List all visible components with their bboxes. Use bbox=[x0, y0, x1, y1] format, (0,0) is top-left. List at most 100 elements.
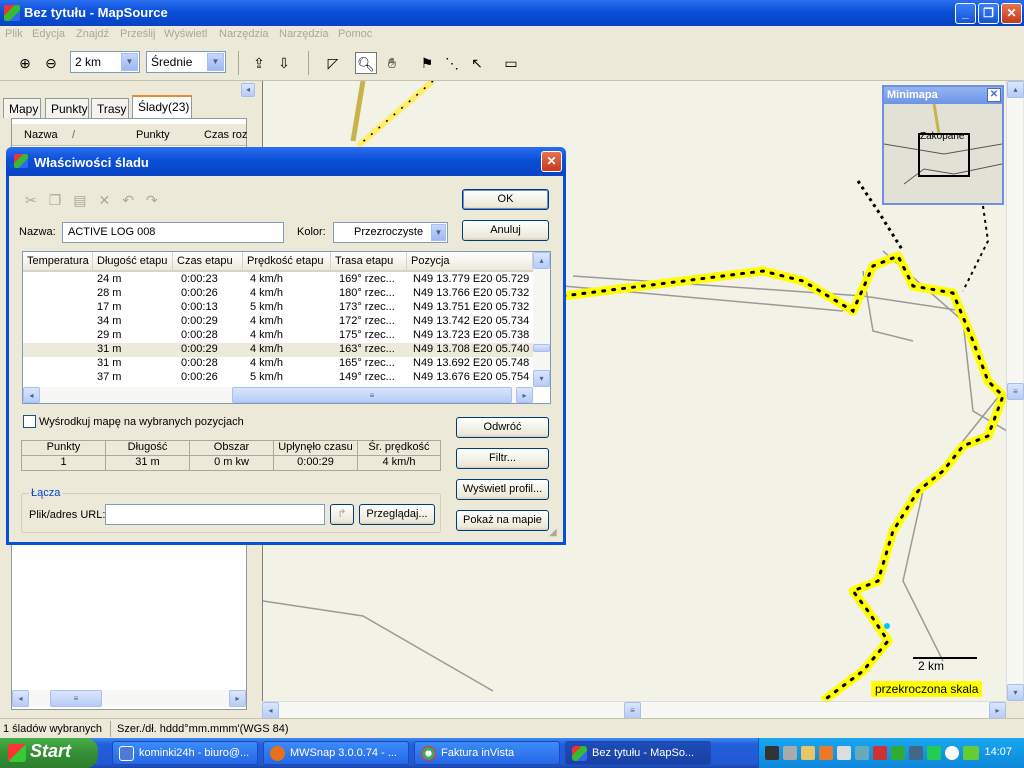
col-temperature[interactable]: Temperatura bbox=[23, 252, 93, 272]
col-position[interactable]: Pozycja bbox=[407, 252, 533, 272]
menu-znajdz[interactable]: Znajdź bbox=[76, 28, 109, 40]
col-segment-length[interactable]: Długość etapu bbox=[93, 252, 173, 272]
scroll-right-icon[interactable]: ▸ bbox=[989, 702, 1006, 719]
table-vscroll[interactable]: ▴ ▾ bbox=[533, 252, 550, 387]
zoom-in-icon[interactable]: ⊕ bbox=[14, 52, 36, 74]
table-row-selected[interactable]: 31 m 0:00:29 4 km/h 163° rzec... N49 13.708 … bbox=[23, 343, 533, 357]
center-map-checkbox[interactable] bbox=[23, 415, 36, 428]
table-row[interactable]: 24 m 0:00:23 4 km/h 169° rzec... N49 13.779 … bbox=[23, 273, 533, 287]
hand-tool-icon[interactable]: ✋︎ bbox=[381, 52, 403, 74]
dialog-close-button[interactable]: ✕ bbox=[541, 151, 562, 172]
table-row[interactable]: 28 m 0:00:26 4 km/h 180° rzec... N49 13.766 … bbox=[23, 287, 533, 301]
scroll-up-icon[interactable]: ▴ bbox=[533, 252, 550, 269]
task-kominki[interactable]: kominki24h - biuro@... bbox=[112, 741, 258, 765]
scroll-thumb[interactable]: ≡ bbox=[624, 702, 641, 719]
scroll-down-icon[interactable]: ▾ bbox=[1007, 684, 1024, 701]
minimap-canvas[interactable] bbox=[884, 104, 1002, 203]
restore-button[interactable]: ❐ bbox=[978, 3, 999, 24]
selection-arrow-icon[interactable]: ↖ bbox=[466, 52, 488, 74]
start-button[interactable]: Start bbox=[0, 738, 98, 768]
undo-icon[interactable]: ↶ bbox=[122, 192, 146, 208]
task-mapsource[interactable]: Bez tytułu - MapSo... bbox=[565, 741, 711, 765]
show-on-map-button[interactable]: Pokaż na mapie bbox=[456, 510, 549, 531]
col-segment-speed[interactable]: Prędkość etapu bbox=[243, 252, 331, 272]
tab-punkty[interactable]: Punkty bbox=[45, 98, 89, 118]
tray-icon[interactable] bbox=[783, 746, 797, 760]
task-mwsnap[interactable]: MWSnap 3.0.0.74 - ... bbox=[263, 741, 409, 765]
scroll-thumb[interactable]: ≡ bbox=[232, 387, 512, 403]
ok-button[interactable]: OK bbox=[462, 189, 549, 210]
tab-slady[interactable]: Ślady(23) bbox=[132, 95, 192, 119]
scroll-down-icon[interactable]: ▾ bbox=[533, 370, 550, 387]
resize-grip-icon[interactable]: ◢ bbox=[549, 527, 561, 539]
scroll-right-icon[interactable]: ▸ bbox=[229, 690, 246, 707]
table-row[interactable]: 29 m 0:00:28 4 km/h 175° rzec... N49 13.723 … bbox=[23, 329, 533, 343]
table-row[interactable]: 37 m 0:00:26 5 km/h 149° rzec... N49 13.676 … bbox=[23, 371, 533, 385]
reverse-button[interactable]: Odwróć bbox=[456, 417, 549, 438]
col-name[interactable]: Nazwa bbox=[24, 129, 58, 141]
map-hscroll[interactable]: ◂ ≡ ▸ bbox=[262, 701, 1006, 719]
tray-icon[interactable] bbox=[765, 746, 779, 760]
menu-plik[interactable]: Plik bbox=[5, 28, 23, 40]
filter-button[interactable]: Filtr... bbox=[456, 448, 549, 469]
tab-mapy[interactable]: Mapy bbox=[3, 98, 41, 118]
minimap-panel[interactable]: Minimapa ✕ Zakopane bbox=[882, 85, 1004, 205]
track-points-table[interactable]: Temperatura Długość etapu Czas etapu Prę… bbox=[22, 251, 551, 404]
tray-icon[interactable] bbox=[891, 746, 905, 760]
col-segment-course[interactable]: Trasa etapu bbox=[331, 252, 407, 272]
tray-icon[interactable] bbox=[837, 746, 851, 760]
chevron-down-icon[interactable]: ▼ bbox=[121, 53, 138, 71]
tray-icon[interactable] bbox=[819, 746, 833, 760]
color-select[interactable]: Przezroczyste ▼ bbox=[333, 222, 448, 243]
menu-edycja[interactable]: Edycja bbox=[32, 28, 65, 40]
send-to-device-icon[interactable]: ⇩ bbox=[273, 52, 295, 74]
col-points[interactable]: Punkty bbox=[136, 129, 170, 141]
redo-icon[interactable]: ↷ bbox=[146, 192, 170, 208]
delete-icon[interactable]: ✕ bbox=[99, 192, 123, 208]
scroll-right-icon[interactable]: ▸ bbox=[516, 387, 533, 403]
show-profile-button[interactable]: Wyświetl profil... bbox=[456, 479, 549, 500]
scroll-thumb[interactable] bbox=[533, 344, 550, 352]
map-vscroll[interactable]: ▴ ≡ ▾ bbox=[1006, 81, 1024, 701]
distance-ruler-icon[interactable]: ▭ bbox=[500, 52, 522, 74]
volume-icon[interactable] bbox=[945, 746, 959, 760]
zoom-out-icon[interactable]: ⊖ bbox=[40, 52, 62, 74]
copy-icon[interactable]: ❐ bbox=[49, 192, 74, 208]
table-row[interactable]: 34 m 0:00:29 4 km/h 172° rzec... N49 13.742 … bbox=[23, 315, 533, 329]
tray-icon[interactable] bbox=[927, 746, 941, 760]
menu-narzedzia-2[interactable]: Narzędzia bbox=[279, 28, 329, 40]
tab-trasy[interactable]: Trasy bbox=[91, 98, 129, 118]
task-faktura[interactable]: Faktura inVista bbox=[414, 741, 560, 765]
url-input[interactable] bbox=[105, 504, 325, 525]
col-time[interactable]: Czas roz bbox=[204, 129, 247, 141]
scroll-left-icon[interactable]: ◂ bbox=[23, 387, 40, 403]
track-list-hscroll[interactable]: ◂ ≡ ▸ bbox=[12, 690, 246, 707]
zoom-tool-icon[interactable]: 🔍︎ bbox=[355, 52, 377, 74]
cut-icon[interactable]: ✂ bbox=[25, 192, 49, 208]
tray-icon[interactable] bbox=[909, 746, 923, 760]
close-button[interactable]: ✕ bbox=[1001, 3, 1022, 24]
scroll-left-icon[interactable]: ◂ bbox=[262, 702, 279, 719]
tray-icon[interactable] bbox=[801, 746, 815, 760]
scroll-thumb[interactable]: ≡ bbox=[1007, 383, 1024, 400]
name-input[interactable]: ACTIVE LOG 008 bbox=[62, 222, 284, 243]
menu-wyswietl[interactable]: Wyświetl bbox=[164, 28, 207, 40]
table-row[interactable]: 17 m 0:00:13 5 km/h 173° rzec... N49 13.751 … bbox=[23, 301, 533, 315]
menu-preslij[interactable]: Prześlij bbox=[120, 28, 155, 40]
browse-button[interactable]: Przeglądaj... bbox=[359, 504, 435, 525]
scroll-left-icon[interactable]: ◂ bbox=[12, 690, 29, 707]
route-tool-icon[interactable]: ⋱ bbox=[441, 52, 463, 74]
go-to-url-icon[interactable]: ↱ bbox=[330, 504, 354, 525]
paste-icon[interactable]: ▤ bbox=[73, 192, 98, 208]
detail-select[interactable]: Średnie ▼ bbox=[146, 51, 226, 73]
zoom-scale-select[interactable]: 2 km ▼ bbox=[70, 51, 140, 73]
waypoint-flag-icon[interactable]: ⚑ bbox=[416, 52, 438, 74]
cancel-button[interactable]: Anuluj bbox=[462, 220, 549, 241]
minimap-close-icon[interactable]: ✕ bbox=[987, 88, 1001, 102]
network-icon[interactable] bbox=[963, 746, 979, 760]
chevron-down-icon[interactable]: ▼ bbox=[431, 224, 446, 241]
scroll-thumb[interactable]: ≡ bbox=[50, 690, 102, 707]
tray-icon[interactable] bbox=[855, 746, 869, 760]
minimize-button[interactable]: _ bbox=[955, 3, 976, 24]
table-hscroll[interactable]: ◂ ≡ ▸ bbox=[23, 387, 533, 403]
